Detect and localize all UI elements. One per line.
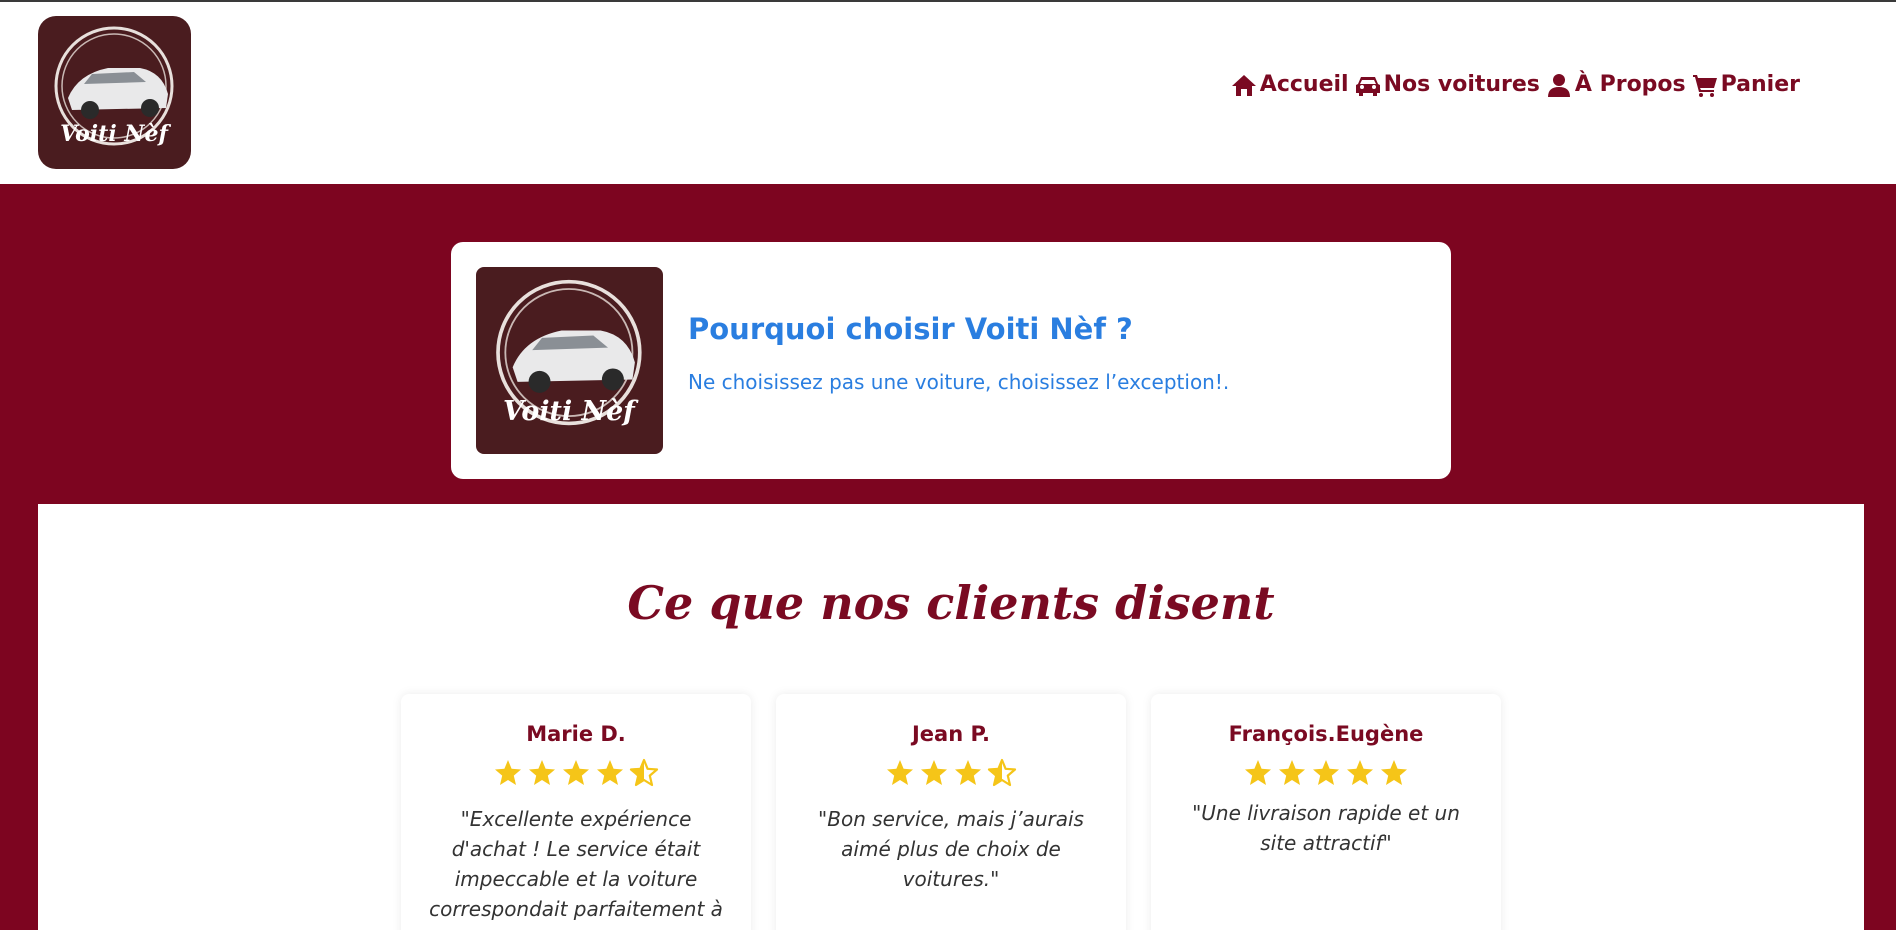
logo-text: Voiti Nèf: [60, 121, 171, 147]
nav-panier[interactable]: Panier: [1692, 72, 1800, 97]
review-text: "Une livraison rapide et un site attract…: [1192, 801, 1460, 855]
review-name: Jean P.: [911, 722, 990, 746]
review-card: Jean P. "Bon service, mais j’aurais aimé…: [776, 694, 1126, 930]
site-header: Voiti Nèf Accueil Nos voitures À Propos …: [0, 2, 1896, 184]
hero-subtitle: Ne choisissez pas une voiture, choisisse…: [688, 370, 1230, 394]
hero-logo-emblem: Voiti Nèf: [496, 279, 642, 427]
hero-card: Voiti Nèf Pourquoi choisir Voiti Nèf ? N…: [451, 242, 1451, 479]
nav-panier-label: Panier: [1720, 72, 1800, 97]
star-full-icon: [1381, 760, 1407, 785]
review-text: "Bon service, mais j’aurais aimé plus de…: [818, 807, 1084, 891]
star-full-icon: [1313, 760, 1339, 785]
review-card: François.Eugène "Une livraison rapide et…: [1151, 694, 1501, 930]
star-full-icon: [563, 760, 589, 785]
main-nav: Accueil Nos voitures À Propos Panier: [1231, 72, 1800, 97]
star-rating: [401, 758, 751, 788]
star-half-icon: [629, 758, 659, 787]
nav-nos-voitures[interactable]: Nos voitures: [1355, 72, 1540, 97]
star-rating: [1151, 758, 1501, 788]
nav-accueil[interactable]: Accueil: [1231, 72, 1349, 97]
review-card: Marie D. "Excellente expérience d'achat …: [401, 694, 751, 930]
nav-a-propos-label: À Propos: [1574, 72, 1686, 97]
testimonials-title: Ce que nos clients disent: [627, 576, 1275, 630]
star-full-icon: [529, 760, 555, 785]
nav-accueil-label: Accueil: [1259, 72, 1349, 97]
hero-logo-text: Voiti Nèf: [503, 396, 639, 427]
nav-nos-voitures-label: Nos voitures: [1383, 72, 1540, 97]
review-text: "Excellente expérience d'achat ! Le serv…: [429, 807, 723, 921]
testimonials-section: Ce que nos clients disent Marie D. "Exce…: [38, 504, 1864, 930]
star-full-icon: [495, 760, 521, 785]
star-full-icon: [597, 760, 623, 785]
nav-a-propos[interactable]: À Propos: [1546, 72, 1686, 97]
hero-title: Pourquoi choisir Voiti Nèf ?: [688, 312, 1133, 346]
star-rating: [776, 758, 1126, 788]
car-icon: [1355, 76, 1380, 96]
star-full-icon: [955, 760, 981, 785]
star-full-icon: [1245, 760, 1271, 785]
star-full-icon: [921, 760, 947, 785]
logo-emblem: Voiti Nèf: [54, 26, 174, 147]
home-icon: [1231, 74, 1256, 96]
review-name: François.Eugène: [1228, 722, 1424, 746]
hero-logo: Voiti Nèf: [476, 267, 663, 454]
review-name: Marie D.: [526, 722, 626, 746]
site-logo[interactable]: Voiti Nèf: [38, 16, 191, 169]
star-full-icon: [887, 760, 913, 785]
star-half-icon: [987, 758, 1017, 787]
user-icon: [1547, 73, 1570, 97]
star-full-icon: [1279, 760, 1305, 785]
star-full-icon: [1347, 760, 1373, 785]
cart-icon: [1692, 74, 1717, 97]
